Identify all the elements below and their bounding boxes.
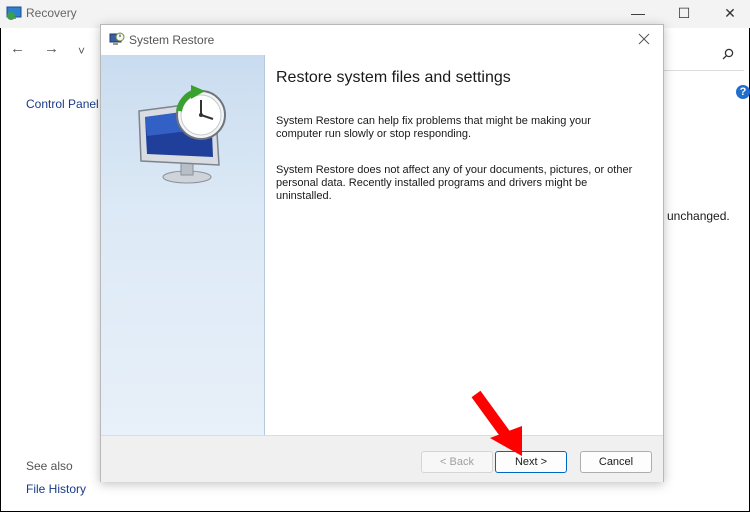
- back-nav-button[interactable]: ←: [10, 40, 25, 57]
- dialog-side-panel: [101, 55, 265, 435]
- description-paragraph-2: System Restore does not affect any of yo…: [276, 164, 633, 202]
- forward-nav-button[interactable]: →: [44, 40, 59, 57]
- system-restore-dialog: System Restore Restore system files and …: [100, 24, 664, 482]
- recovery-app-icon: [6, 6, 22, 20]
- search-icon: [722, 48, 734, 60]
- dialog-title: System Restore: [129, 33, 215, 47]
- red-arrow-annotation: [471, 390, 522, 456]
- search-input[interactable]: [664, 40, 744, 71]
- recovery-window-title: Recovery: [26, 6, 77, 20]
- description-paragraph-1: System Restore can help fix problems tha…: [276, 115, 591, 140]
- restore-monitor-clock-icon: [138, 85, 226, 184]
- maximize-button[interactable]: ☐: [670, 3, 698, 23]
- recent-locations-dropdown[interactable]: ˅: [78, 44, 85, 58]
- control-panel-link[interactable]: Control Panel: [26, 97, 99, 111]
- system-restore-icon: [109, 32, 125, 45]
- cancel-button[interactable]: Cancel: [580, 451, 652, 473]
- partial-body-text: unchanged.: [667, 209, 730, 223]
- close-window-button[interactable]: ✕: [716, 3, 744, 23]
- minimize-button[interactable]: —: [624, 3, 652, 23]
- close-icon[interactable]: [633, 29, 655, 49]
- file-history-link[interactable]: File History: [26, 482, 86, 496]
- dialog-footer: < Back Next > Cancel: [101, 435, 663, 482]
- dialog-heading: Restore system files and settings: [276, 69, 511, 86]
- see-also-label: See also: [26, 459, 73, 473]
- help-icon[interactable]: ?: [736, 85, 750, 99]
